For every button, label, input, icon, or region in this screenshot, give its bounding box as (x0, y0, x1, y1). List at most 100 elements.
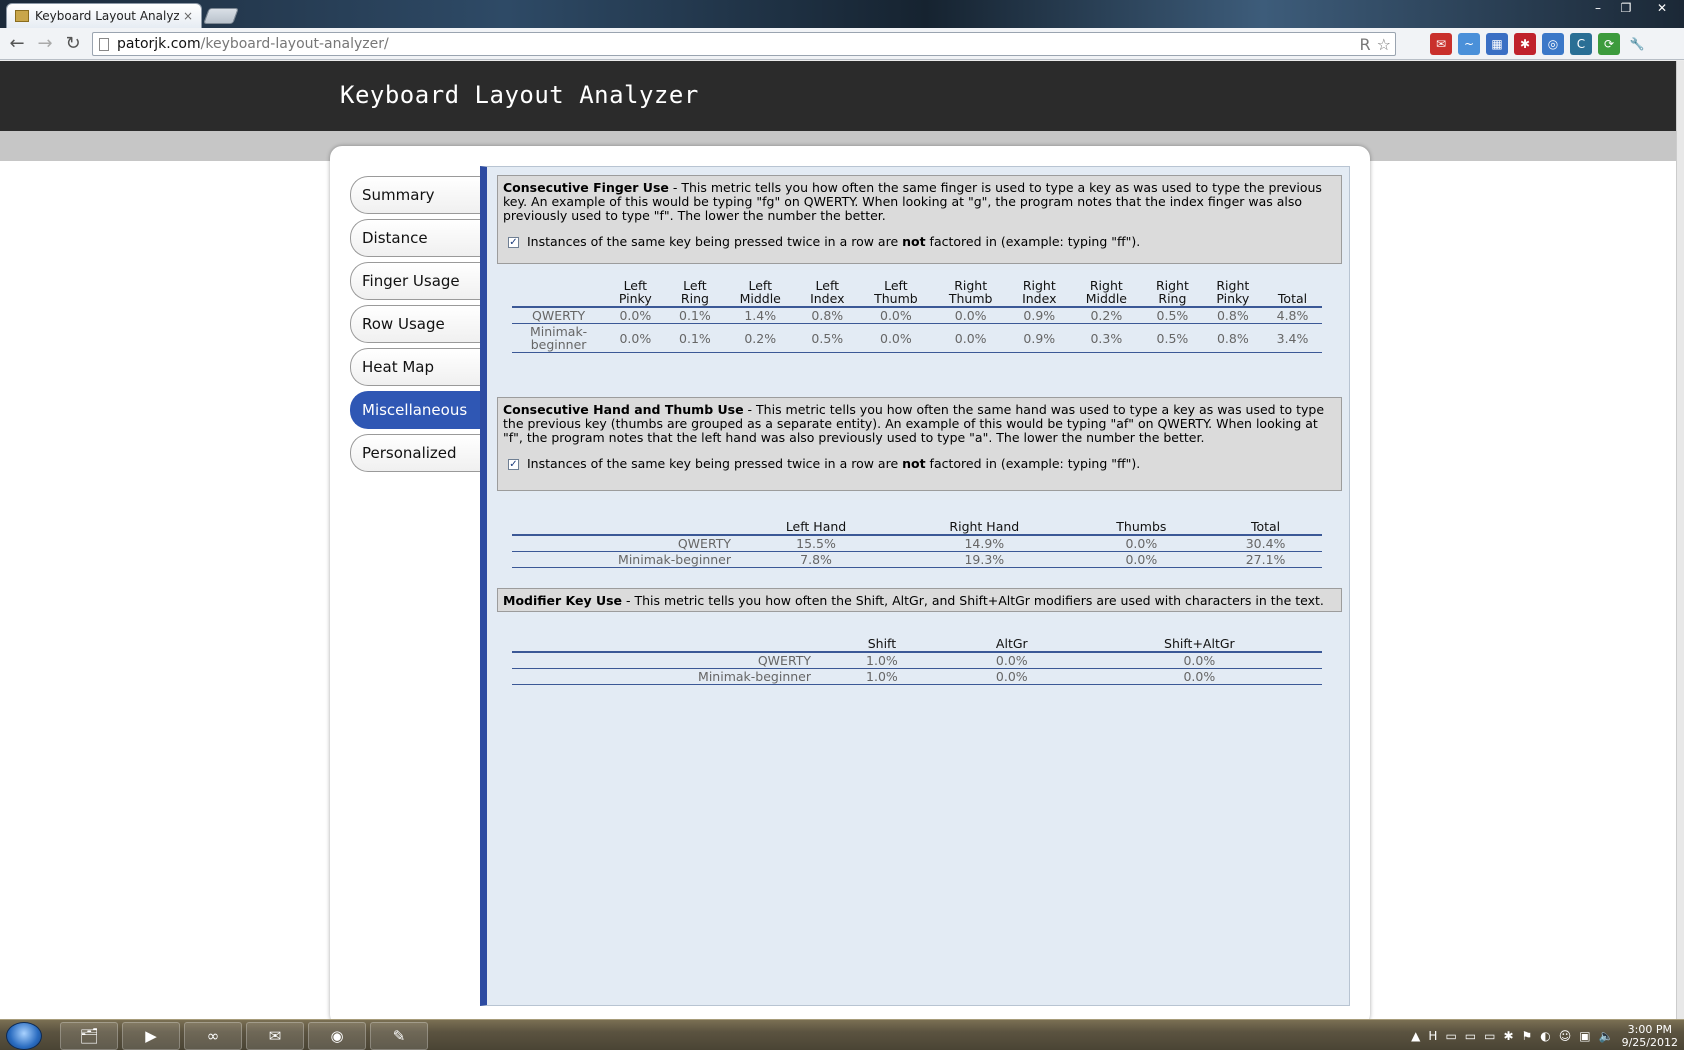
address-bar[interactable]: patorjk.com/keyboard-layout-analyzer/ R … (92, 32, 1396, 56)
maximize-button[interactable]: ❐ (1612, 0, 1640, 18)
column-header: Shift (817, 637, 947, 653)
forward-button[interactable]: → (34, 33, 56, 55)
column-header-line: Thumb (874, 291, 918, 306)
finger-stats-table: Left Pinky Left Ring Left Middle Left Index Left… (512, 279, 1322, 353)
table-cell: 0.0% (1076, 668, 1322, 685)
table-cell: 0.9% (1008, 307, 1071, 324)
hand-stats-table: Left Hand Right Hand Thumbs Total QWERTY 15.5… (512, 520, 1322, 568)
finger-exclude-checkbox[interactable]: ✓ (508, 236, 519, 248)
column-header: Left Ring (665, 279, 725, 308)
tray-icon[interactable]: H (1428, 1029, 1437, 1043)
tray-icon[interactable]: ▭ (1465, 1029, 1476, 1043)
refresh-ext-icon[interactable]: ⟳ (1598, 33, 1620, 55)
table-cell: 14.9% (895, 535, 1074, 552)
url-domain: patorjk.com (117, 36, 201, 52)
url-path: /keyboard-layout-analyzer/ (200, 36, 389, 52)
clock-date: 9/25/2012 (1621, 1036, 1678, 1049)
sidebar-item-distance[interactable]: Distance (350, 219, 480, 257)
clock[interactable]: 3:00 PM 9/25/2012 (1622, 1023, 1678, 1049)
paint-icon[interactable]: ✎ (370, 1022, 428, 1050)
table-cell: 0.0% (605, 323, 666, 353)
sidebar-item-summary[interactable]: Summary (350, 176, 480, 214)
column-header: Left Hand (737, 520, 896, 536)
sidebar-item-finger-usage[interactable]: Finger Usage (350, 262, 480, 300)
table-cell: 0.8% (1202, 307, 1264, 324)
modifier-metric-title: Modifier Key Use (503, 593, 623, 608)
media-player-icon[interactable]: ▶ (122, 1022, 180, 1050)
table-cell: 1.0% (817, 668, 947, 685)
tweet-icon[interactable]: ~ (1458, 33, 1480, 55)
minimize-button[interactable]: – (1584, 0, 1612, 18)
tray-icon[interactable]: ✱ (1503, 1029, 1513, 1043)
lastpass-icon[interactable]: ✱ (1514, 33, 1536, 55)
table-cell: 15.5% (737, 535, 896, 552)
explorer-icon[interactable]: 🗂 (60, 1022, 118, 1050)
tray-icon[interactable]: ⚑ (1522, 1029, 1533, 1043)
tray-icon[interactable]: ▭ (1484, 1029, 1495, 1043)
start-button[interactable] (6, 1022, 42, 1050)
table-row: Minimak-beginner 7.8% 19.3% 0.0% 27.1% (512, 551, 1322, 568)
table-cell: 1.4% (724, 307, 797, 324)
browser-tab[interactable]: Keyboard Layout Analyzer × (6, 3, 202, 28)
close-window-button[interactable]: ✕ (1640, 0, 1684, 18)
table-cell: 27.1% (1209, 551, 1322, 568)
new-tab-button[interactable] (203, 8, 239, 24)
table-cell: 0.0% (946, 652, 1077, 669)
extension-icons: ✉ ~ ▦ ✱ ◎ C ⟳ 🔧 (1430, 33, 1648, 55)
table-cell: 0.0% (946, 668, 1077, 685)
back-button[interactable]: ← (6, 33, 28, 55)
table-cell: 1.0% (817, 652, 947, 669)
system-tray: ▲ H ▭ ▭ ▭ ✱ ⚑ ◐ ☺ ▣ 🔈 3:00 PM 9/25/2012 (1411, 1022, 1678, 1050)
table-row: Minimak- beginner 0.0% 0.1% 0.2% 0.5% 0.0% 0.0… (512, 323, 1322, 353)
column-header: Shift+AltGr (1076, 637, 1322, 653)
row-label: QWERTY (512, 535, 737, 552)
page-scrollbar[interactable] (1676, 61, 1684, 1019)
calendar-icon[interactable]: ▦ (1486, 33, 1508, 55)
tray-icon[interactable]: ▣ (1579, 1029, 1590, 1043)
tray-icon[interactable]: ▲ (1411, 1029, 1420, 1043)
clock-time: 3:00 PM (1627, 1023, 1672, 1036)
hand-exclude-checkbox[interactable]: ✓ (508, 458, 519, 470)
modifier-metric-box: Modifier Key Use - This metric tells you… (497, 588, 1342, 612)
reload-button[interactable]: ↻ (62, 33, 84, 55)
sidebar-item-miscellaneous[interactable]: Miscellaneous (350, 391, 480, 429)
table-cell: 0.1% (665, 307, 725, 324)
table-row: QWERTY 15.5% 14.9% 0.0% 30.4% (512, 535, 1322, 552)
table-cell: 0.8% (796, 307, 859, 324)
header-blank (512, 637, 817, 653)
table-cell: 0.5% (1142, 307, 1203, 324)
tray-icon[interactable]: ☺ (1559, 1029, 1572, 1043)
tray-icon[interactable]: 🔈 (1599, 1029, 1614, 1043)
css-icon[interactable]: C (1570, 33, 1592, 55)
table-cell: 0.9% (1008, 323, 1071, 353)
column-header: Right Pinky (1202, 279, 1264, 308)
table-cell: 0.5% (796, 323, 859, 353)
tray-icon[interactable]: ◐ (1540, 1029, 1550, 1043)
bookmark-star-icon[interactable]: ☆ (1377, 35, 1391, 54)
modifier-metric-description: - This metric tells you how often the Sh… (622, 593, 1324, 608)
table-cell: 0.1% (665, 323, 725, 353)
row-label: Minimak-beginner (512, 551, 737, 568)
tray-icon[interactable]: ▭ (1445, 1029, 1456, 1043)
outlook-icon[interactable]: ✉ (246, 1022, 304, 1050)
gmail-icon[interactable]: ✉ (1430, 33, 1452, 55)
table-cell: 7.8% (737, 551, 896, 568)
page-viewport: Keyboard Layout Analyzer Summary Distance… (0, 61, 1676, 1019)
favicon-icon (15, 10, 29, 22)
column-header: Right Index (1008, 279, 1071, 308)
table-cell: 0.0% (1073, 551, 1210, 568)
reader-icon[interactable]: R (1360, 35, 1371, 54)
sidebar-item-heat-map[interactable]: Heat Map (350, 348, 480, 386)
row-label: QWERTY (512, 652, 817, 669)
misc-panel: Consecutive Finger Use - This metric tel… (480, 166, 1350, 1006)
tab-close-icon[interactable]: × (183, 9, 193, 23)
column-header: Total (1209, 520, 1322, 536)
wrench-icon[interactable]: 🔧 (1626, 33, 1648, 55)
column-header: Left Pinky (605, 279, 666, 308)
sidebar-item-row-usage[interactable]: Row Usage (350, 305, 480, 343)
chrome-icon[interactable]: ◉ (308, 1022, 366, 1050)
chat-icon[interactable]: ◎ (1542, 33, 1564, 55)
column-header: Right Thumb (933, 279, 1009, 308)
infinity-app-icon[interactable]: ∞ (184, 1022, 242, 1050)
sidebar-item-personalized[interactable]: Personalized (350, 434, 480, 472)
